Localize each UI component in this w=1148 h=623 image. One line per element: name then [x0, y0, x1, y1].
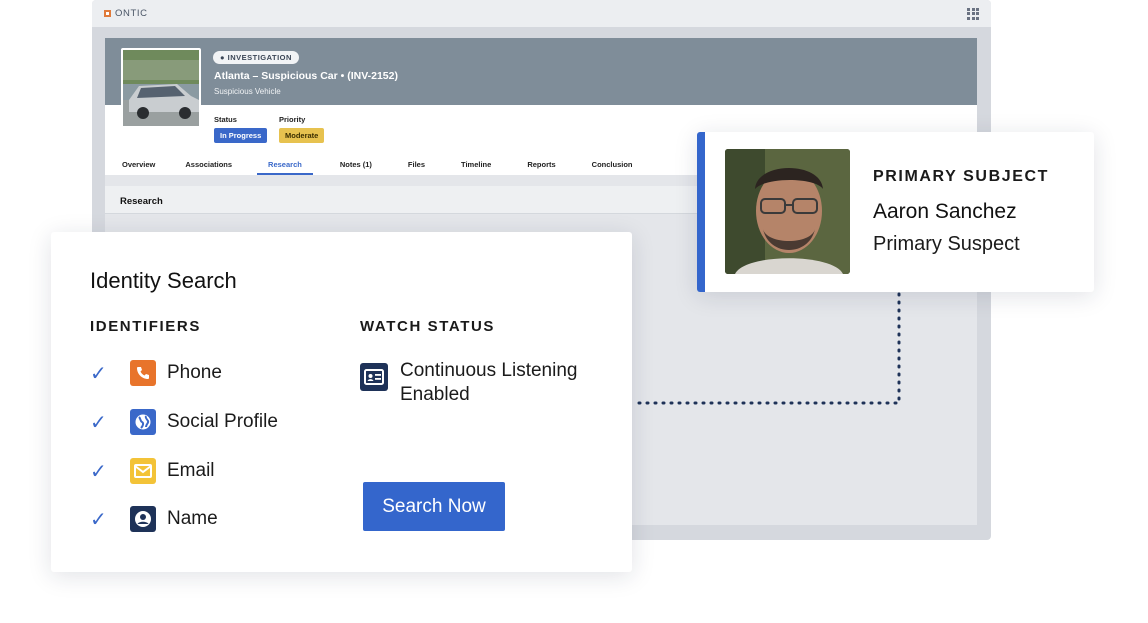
- identifier-email[interactable]: ✓ Email: [90, 457, 215, 485]
- identity-search-card: Identity Search IDENTIFIERS WATCH STATUS…: [51, 232, 632, 572]
- watch-status-heading: WATCH STATUS: [360, 318, 496, 335]
- vehicle-photo: [121, 48, 201, 128]
- identifier-label: Phone: [167, 362, 222, 383]
- id-card-icon: [360, 363, 388, 391]
- identifier-social-profile[interactable]: ✓ Social Profile: [90, 408, 278, 436]
- stage: ONTIC ● INVESTIGATION Atlanta – Suspicio…: [0, 0, 1148, 623]
- identifier-label: Email: [167, 460, 215, 481]
- check-icon: ✓: [90, 460, 107, 483]
- subject-role: Primary Suspect: [873, 233, 1020, 255]
- check-icon: ✓: [90, 508, 107, 531]
- primary-subject-card: PRIMARY SUBJECT Aaron Sanchez Primary Su…: [697, 132, 1094, 292]
- primary-subject-heading: PRIMARY SUBJECT: [873, 168, 1050, 185]
- check-icon: ✓: [90, 411, 107, 434]
- phone-icon: [130, 360, 156, 386]
- identity-search-title: Identity Search: [90, 268, 237, 293]
- identifier-label: Social Profile: [167, 411, 278, 432]
- check-icon: ✓: [90, 362, 107, 385]
- person-icon: [130, 506, 156, 532]
- identifier-name[interactable]: ✓ Name: [90, 505, 218, 533]
- watch-status-row: Continuous Listening Enabled: [360, 359, 580, 407]
- identifier-phone[interactable]: ✓ Phone: [90, 359, 222, 387]
- search-now-button[interactable]: Search Now: [363, 482, 505, 531]
- identifiers-heading: IDENTIFIERS: [90, 318, 201, 335]
- globe-icon: [130, 409, 156, 435]
- watch-status-text: Continuous Listening Enabled: [400, 360, 578, 405]
- envelope-icon: [130, 458, 156, 484]
- subject-photo: [725, 149, 850, 274]
- subject-name: Aaron Sanchez: [873, 200, 1017, 223]
- identifier-label: Name: [167, 508, 218, 529]
